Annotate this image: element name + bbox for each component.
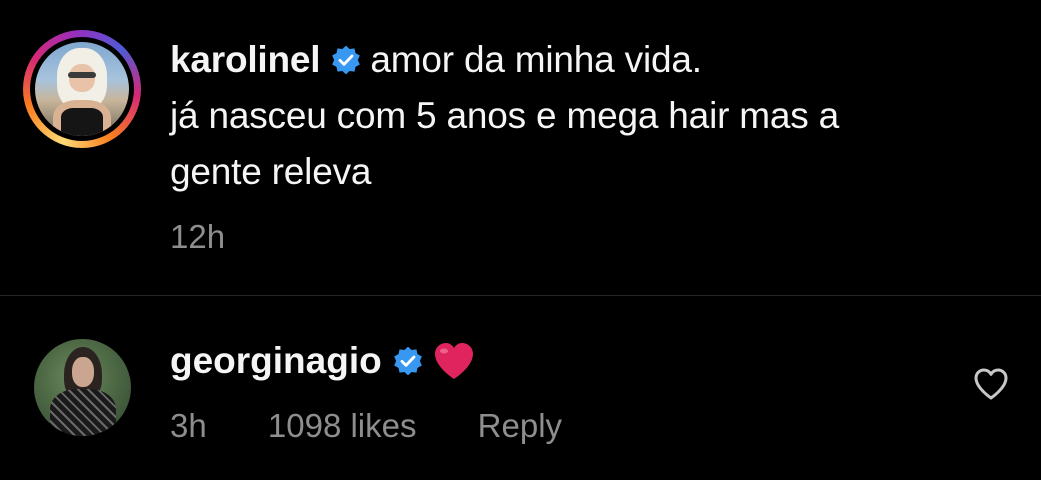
comment-text-first: amor da minha vida. — [370, 39, 702, 80]
verified-badge-icon — [332, 45, 361, 75]
comment-meta: 3h 1098 likes Reply — [170, 407, 614, 445]
comment-meta: 12h — [170, 218, 277, 256]
comment-body: georginagio — [170, 339, 476, 383]
comment-item: georginagio 3h 1098 likes Reply — [0, 297, 1041, 480]
comment-item: karolinel amor da minha vida. já nasceu … — [0, 0, 1041, 296]
username[interactable]: georginagio — [170, 340, 382, 381]
verified-badge-icon — [393, 346, 422, 376]
timestamp: 12h — [170, 218, 226, 255]
divider — [0, 295, 1041, 296]
reply-button[interactable]: Reply — [478, 407, 562, 444]
avatar-story-ring[interactable] — [23, 30, 141, 148]
comment-text: já nasceu com 5 anos e mega hair mas a g… — [170, 95, 840, 192]
avatar[interactable] — [34, 339, 131, 436]
timestamp: 3h — [170, 407, 207, 444]
heart-outline-icon[interactable] — [973, 367, 1009, 401]
username[interactable]: karolinel — [170, 39, 321, 80]
avatar — [35, 42, 129, 136]
red-heart-emoji — [434, 343, 473, 379]
likes-count[interactable]: 1098 likes — [268, 407, 417, 444]
comment-body: karolinel amor da minha vida. já nasceu … — [170, 32, 930, 200]
